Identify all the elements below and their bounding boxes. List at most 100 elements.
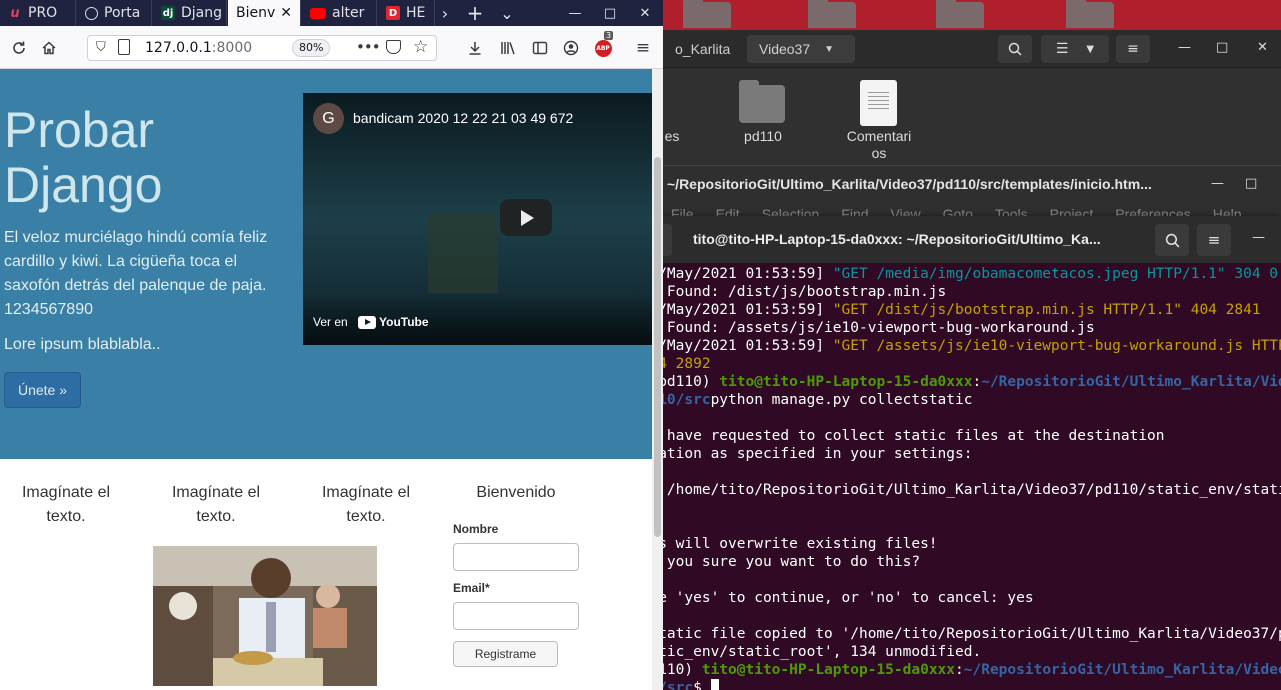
new-tab-button[interactable]: + xyxy=(460,0,490,26)
url-bar[interactable]: ⛉ 127.0.0.1:8000 80% ••• ☆ xyxy=(87,35,437,61)
desktop-background xyxy=(663,0,1281,30)
channel-avatar[interactable]: G xyxy=(313,103,344,134)
play-button-icon[interactable] xyxy=(500,199,552,236)
desktop-folder-icon[interactable] xyxy=(1066,0,1114,28)
terminal-line: 1 static file copied to '/home/tito/Repo… xyxy=(632,625,1281,643)
shield-icon[interactable]: ⛉ xyxy=(96,40,106,55)
jumbotron: Probar Django El veloz murciélago hindú … xyxy=(0,69,652,459)
maximize-button[interactable]: □ xyxy=(1216,40,1228,55)
terminal-line: ^C(pd110) tito@tito-HP-Laptop-15-da0xxx:… xyxy=(632,373,1281,391)
watch-on-label[interactable]: Ver en xyxy=(313,315,348,329)
url-text: 127.0.0.1:8000 xyxy=(145,40,252,56)
tab-bienvenido[interactable]: Bienv ✕ xyxy=(228,0,301,26)
text-file-icon[interactable] xyxy=(860,80,897,126)
photo-illustration xyxy=(153,546,377,686)
tab-pro[interactable]: u PRO xyxy=(0,0,76,26)
chevron-down-icon: ⌄ xyxy=(500,3,514,23)
join-button[interactable]: Únete » xyxy=(4,372,81,408)
desktop-folder-icon[interactable] xyxy=(808,0,856,28)
terminal-output[interactable]: [13/May/2021 01:53:59] "GET /media/img/o… xyxy=(632,265,1281,690)
app-menu-button[interactable]: ≡ xyxy=(632,37,654,59)
page-info-icon[interactable] xyxy=(118,39,130,55)
terminal-line: pd110/srcpython manage.py collectstatic xyxy=(632,391,1281,409)
column-heading: Imagínate el texto. xyxy=(321,484,411,525)
menu-button[interactable]: ≡ xyxy=(1197,224,1231,256)
search-button[interactable] xyxy=(1155,224,1189,256)
adblock-button[interactable]: ABP 3 xyxy=(592,31,614,59)
file-label-line: os xyxy=(871,145,887,161)
editor-title: ~/RepositorioGit/Ultimo_Karlita/Video37/… xyxy=(667,176,1152,192)
close-button[interactable]: ✕ xyxy=(1257,40,1268,55)
account-button[interactable] xyxy=(560,37,582,59)
pdf-icon: D xyxy=(386,6,400,20)
minimize-button[interactable]: — xyxy=(560,0,590,26)
email-input[interactable] xyxy=(453,602,579,630)
navigation-toolbar: ⛉ 127.0.0.1:8000 80% ••• ☆ ABP 3 ≡ xyxy=(0,26,663,69)
minimize-button[interactable]: — xyxy=(1211,176,1224,191)
terminal-window[interactable]: tito@tito-HP-Laptop-15-da0xxx: ~/Reposit… xyxy=(630,216,1281,690)
file-item-label[interactable]: pd110 xyxy=(733,128,793,145)
pocket-icon[interactable] xyxy=(386,40,401,54)
tab-label: HE xyxy=(406,5,426,21)
desktop-folder-icon[interactable] xyxy=(936,0,984,28)
menu-button[interactable]: ≡ xyxy=(1116,35,1150,63)
sidebar-icon xyxy=(532,41,548,55)
zoom-level[interactable]: 80% xyxy=(292,39,331,57)
home-button[interactable] xyxy=(38,37,60,59)
close-tab-icon[interactable]: ✕ xyxy=(280,5,292,21)
web-page: Probar Django El veloz murciélago hindú … xyxy=(0,69,652,690)
sidebar-button[interactable] xyxy=(529,37,551,59)
minimize-button[interactable]: — xyxy=(1252,230,1265,245)
youtube-embed[interactable]: G bandicam 2020 12 22 21 03 49 672 Ver e… xyxy=(303,93,652,345)
name-input[interactable] xyxy=(453,543,579,571)
terminal-line: Type 'yes' to continue, or 'no' to cance… xyxy=(632,589,1281,607)
breadcrumb-karlita[interactable]: o_Karlita xyxy=(663,35,743,63)
view-list-button[interactable]: ☰ ▼ xyxy=(1041,35,1109,63)
scrollbar-thumb[interactable] xyxy=(654,157,661,537)
page-actions-icon[interactable]: ••• xyxy=(356,38,381,56)
close-button[interactable]: ✕ xyxy=(630,0,660,26)
bookmark-star-icon[interactable]: ☆ xyxy=(413,37,428,57)
folder-icon[interactable] xyxy=(739,80,785,123)
list-tabs-button[interactable]: ⌄ xyxy=(492,0,522,26)
terminal-text: Not Found: /assets/js/ie10-viewport-bug-… xyxy=(632,320,1095,336)
file-item-label[interactable]: es xyxy=(663,128,687,145)
scrollbar[interactable] xyxy=(652,69,663,690)
lore-text: Lore ipsum blablabla.. xyxy=(4,336,161,353)
terminal-text: $ xyxy=(693,680,711,690)
youtube-logo[interactable]: YouTube xyxy=(358,315,429,329)
video-thumbnail-shape xyxy=(428,213,498,293)
tab-label: PRO xyxy=(28,5,58,21)
video-title[interactable]: bandicam 2020 12 22 21 03 49 672 xyxy=(353,110,573,126)
terminal-line: /home/tito/RepositorioGit/Ultimo_Karlita… xyxy=(632,481,1281,499)
tab-portal[interactable]: Porta xyxy=(77,0,152,26)
tab-he[interactable]: D HE xyxy=(378,0,435,26)
tab-label: Porta xyxy=(104,5,141,21)
search-button[interactable] xyxy=(998,35,1032,63)
account-icon xyxy=(563,40,579,56)
library-button[interactable] xyxy=(497,37,519,59)
reload-button[interactable] xyxy=(8,37,30,59)
breadcrumb-video37[interactable]: Video37 ▼ xyxy=(747,35,855,63)
minimize-button[interactable]: — xyxy=(1178,40,1191,55)
downloads-button[interactable] xyxy=(464,37,486,59)
maximize-button[interactable]: □ xyxy=(595,0,625,26)
reload-icon xyxy=(13,41,25,54)
terminal-line: 110/src$ xyxy=(632,679,1281,690)
maximize-button[interactable]: □ xyxy=(1245,176,1257,191)
file-item-label[interactable]: Comentari os xyxy=(839,128,919,162)
tab-scroll-right-button[interactable]: › xyxy=(430,0,460,26)
terminal-line: Not Found: /dist/js/bootstrap.min.js xyxy=(632,283,1281,301)
desktop-folder-icon[interactable] xyxy=(683,0,731,28)
library-icon xyxy=(501,42,515,55)
register-button[interactable]: Registrame xyxy=(453,641,558,667)
terminal-line: [13/May/2021 01:53:59] "GET /assets/js/i… xyxy=(632,337,1281,355)
tab-alter[interactable]: alter xyxy=(302,0,377,26)
tab-django[interactable]: dj Djang xyxy=(153,0,227,26)
intro-text: El veloz murciélago hindú comía feliz ca… xyxy=(4,229,268,318)
download-icon xyxy=(469,42,481,55)
terminal-line: t xyxy=(632,499,1281,517)
file-manager-window: o_Karlita Video37 ▼ ☰ ▼ ≡ — □ ✕ es pd110… xyxy=(663,30,1281,170)
terminal-cursor xyxy=(710,679,719,690)
